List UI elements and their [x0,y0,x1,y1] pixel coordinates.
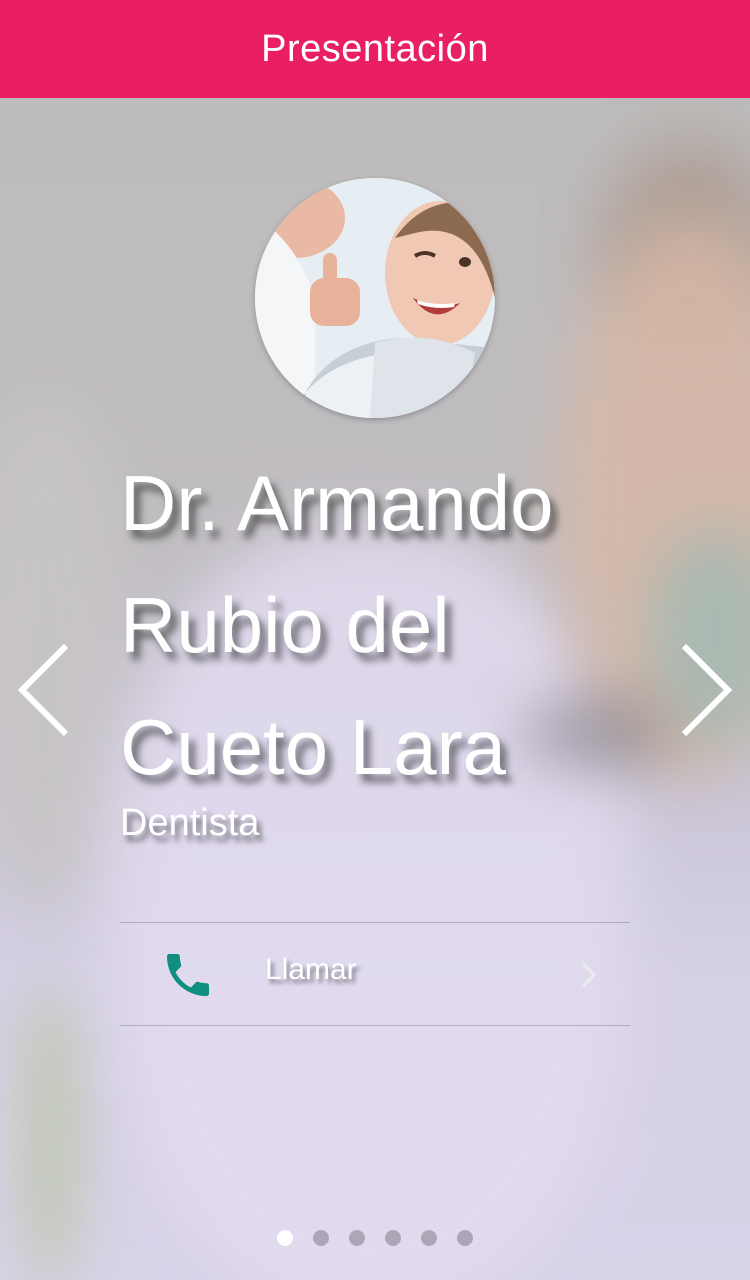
page-dot[interactable] [277,1230,293,1246]
call-label: Llamar [265,953,357,986]
profile-role: Dentista [120,802,260,844]
app-bar: Presentación [0,0,750,98]
page-indicator [0,1230,750,1250]
chevron-right-icon [582,963,597,987]
previous-arrow-icon[interactable] [14,640,74,740]
page-dot[interactable] [313,1230,329,1246]
app-bar-title: Presentación [261,27,489,70]
phone-icon [167,954,209,996]
page-dot[interactable] [457,1230,473,1246]
profile-avatar [255,178,495,418]
call-action-row[interactable]: Llamar [120,923,630,1025]
divider-bottom [120,1025,630,1026]
profile-name: Dr. Armando Rubio del Cueto Lara [120,459,554,791]
page-dot[interactable] [421,1230,437,1246]
next-arrow-icon[interactable] [676,640,736,740]
page-dot[interactable] [349,1230,365,1246]
page-dot[interactable] [385,1230,401,1246]
